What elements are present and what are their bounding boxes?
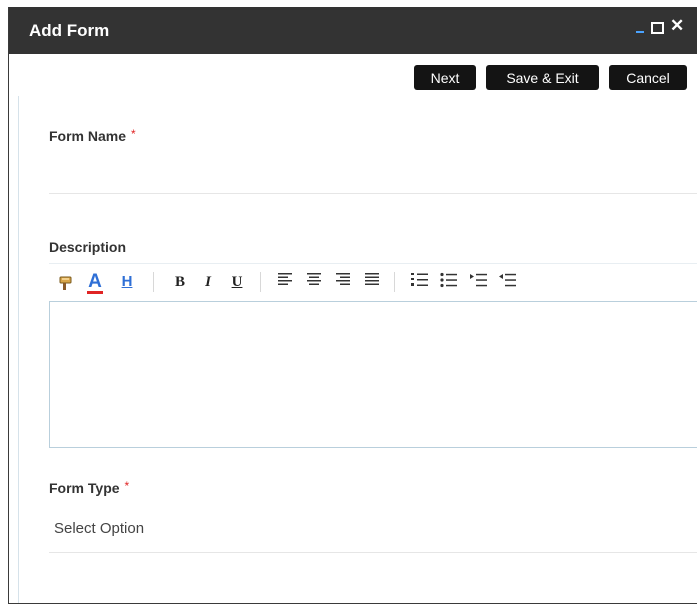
toolbar-divider [260, 272, 261, 292]
rich-text-toolbar: A H B I U [49, 263, 697, 302]
maximize-icon[interactable] [651, 22, 664, 34]
required-marker: * [131, 127, 136, 141]
form-content: Form Name * Description A H B I U Form T… [18, 96, 697, 603]
dialog-title: Add Form [29, 21, 110, 40]
dialog-titlebar: Add Form ✕ [9, 7, 697, 54]
font-color-icon[interactable]: A [84, 271, 106, 294]
format-painter-icon[interactable] [55, 272, 77, 292]
highlight-glyph: H [121, 273, 133, 290]
save-exit-button[interactable]: Save & Exit [486, 65, 599, 90]
close-icon[interactable]: ✕ [670, 16, 684, 36]
toolbar-divider [394, 272, 395, 292]
outdent-icon[interactable] [497, 272, 519, 292]
description-editor[interactable] [49, 301, 697, 448]
justify-icon[interactable] [362, 272, 382, 292]
indent-icon[interactable] [468, 272, 490, 292]
bold-glyph: B [174, 274, 185, 290]
minimize-icon[interactable] [636, 31, 644, 33]
bullet-list-icon[interactable] [438, 272, 460, 292]
italic-icon[interactable]: I [197, 272, 219, 292]
form-name-input[interactable] [49, 151, 697, 194]
align-center-icon[interactable] [304, 272, 324, 292]
next-button[interactable]: Next [414, 65, 476, 90]
underline-icon[interactable]: U [226, 272, 248, 292]
align-right-icon[interactable] [333, 272, 353, 292]
form-name-label-text: Form Name [49, 128, 127, 144]
required-marker: * [124, 479, 130, 493]
form-type-label: Form Type * [49, 479, 129, 496]
underline-glyph: U [231, 274, 243, 290]
add-form-dialog: Add Form ✕ Next Save & Exit Cancel Form … [8, 7, 697, 604]
description-label: Description [49, 239, 127, 255]
toolbar-divider [153, 272, 154, 292]
italic-glyph: I [205, 274, 211, 290]
font-color-glyph: A [88, 271, 102, 292]
form-name-label: Form Name * [49, 127, 136, 144]
cancel-button[interactable]: Cancel [609, 65, 687, 90]
form-type-selected-value: Select Option [54, 520, 145, 537]
form-type-select[interactable]: Select Option [49, 516, 697, 553]
highlight-icon[interactable]: H [116, 272, 138, 292]
numbered-list-icon[interactable] [409, 272, 431, 292]
align-left-icon[interactable] [275, 272, 295, 292]
form-type-label-text: Form Type [49, 480, 120, 496]
bold-icon[interactable]: B [169, 272, 191, 292]
